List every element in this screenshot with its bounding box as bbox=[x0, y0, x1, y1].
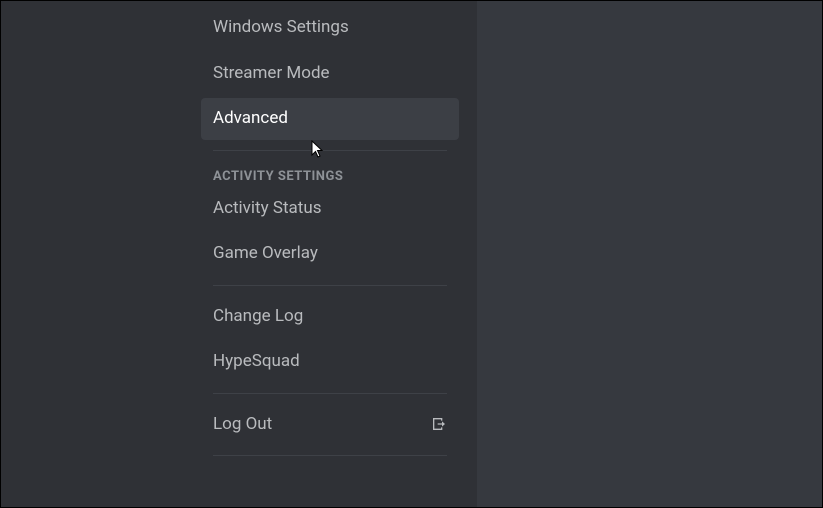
sidebar-item-advanced[interactable]: Advanced bbox=[201, 98, 459, 140]
logout-icon bbox=[431, 416, 447, 432]
sidebar-item-label: HypeSquad bbox=[213, 349, 300, 375]
sidebar-item-label: Windows Settings bbox=[213, 15, 349, 41]
divider bbox=[213, 150, 447, 151]
divider bbox=[213, 393, 447, 394]
sidebar-item-activity-status[interactable]: Activity Status bbox=[201, 188, 459, 230]
sidebar-item-logout[interactable]: Log Out bbox=[201, 404, 459, 446]
sidebar-item-label: Streamer Mode bbox=[213, 61, 330, 87]
sidebar-item-label: Advanced bbox=[213, 106, 288, 132]
sidebar-item-label: Activity Status bbox=[213, 196, 321, 222]
divider bbox=[213, 455, 447, 456]
sidebar-header-activity-settings: ACTIVITY SETTINGS bbox=[201, 161, 459, 188]
content-area bbox=[477, 1, 822, 507]
sidebar-item-change-log[interactable]: Change Log bbox=[201, 296, 459, 338]
divider bbox=[213, 285, 447, 286]
sidebar-item-label: Log Out bbox=[213, 412, 272, 438]
sidebar-item-streamer-mode[interactable]: Streamer Mode bbox=[201, 53, 459, 95]
sidebar-item-hypesquad[interactable]: HypeSquad bbox=[201, 341, 459, 383]
settings-sidebar: Windows Settings Streamer Mode Advanced … bbox=[1, 1, 477, 507]
sidebar-item-label: Change Log bbox=[213, 304, 303, 330]
sidebar-item-label: Game Overlay bbox=[213, 241, 318, 267]
sidebar-item-windows-settings[interactable]: Windows Settings bbox=[201, 7, 459, 49]
sidebar-item-game-overlay[interactable]: Game Overlay bbox=[201, 233, 459, 275]
